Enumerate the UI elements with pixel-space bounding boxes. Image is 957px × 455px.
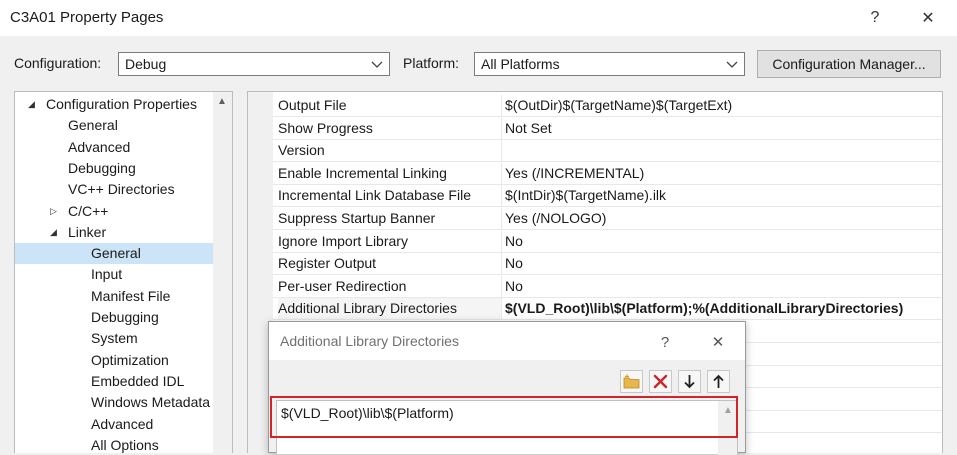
tree-item[interactable]: ◢ Linker — [15, 222, 213, 243]
new-folder-icon — [623, 374, 640, 389]
tree-item[interactable]: ◢ Configuration Properties — [15, 94, 213, 115]
property-row[interactable]: Suppress Startup Banner Yes (/NOLOGO) — [273, 208, 942, 230]
directory-entry[interactable]: $(VLD_Root)\lib\$(Platform) — [281, 405, 454, 421]
dialog-help-button[interactable]: ? — [651, 330, 679, 354]
property-name: Output File — [278, 95, 502, 116]
property-name: Enable Incremental Linking — [278, 162, 502, 184]
tree-item[interactable]: Debugging — [15, 307, 213, 328]
tree-item[interactable]: System — [15, 328, 213, 349]
move-up-button[interactable] — [707, 370, 730, 393]
tree-item[interactable]: Advanced — [15, 137, 213, 158]
collapse-icon[interactable]: ◢ — [28, 94, 38, 115]
property-row[interactable]: Register Output No — [273, 253, 942, 276]
configuration-value: Debug — [125, 56, 167, 72]
window-title: C3A01 Property Pages — [10, 9, 164, 26]
configuration-dropdown[interactable]: Debug — [118, 52, 390, 76]
tree-scrollbar[interactable]: ▲ — [213, 92, 232, 453]
tree-item-label: Advanced — [91, 415, 154, 432]
arrow-down-icon — [684, 375, 695, 389]
tree-item[interactable]: General — [15, 115, 213, 136]
property-row[interactable]: Ignore Import Library No — [273, 230, 942, 253]
tree-item-label: Debugging — [68, 159, 136, 176]
dialog-title-bar: Additional Library Directories ? ✕ — [269, 322, 745, 360]
tree-item[interactable]: Embedded IDL — [15, 371, 213, 392]
property-value[interactable]: No — [505, 253, 940, 274]
scroll-up-icon[interactable]: ▲ — [217, 96, 227, 107]
property-row[interactable]: Additional Library Directories $(VLD_Root… — [273, 298, 942, 321]
tree-item-label: All Options — [91, 436, 159, 453]
property-name: Additional Library Directories — [278, 298, 502, 320]
close-button[interactable]: ✕ — [910, 4, 946, 32]
property-value[interactable]: No — [505, 276, 940, 297]
help-button[interactable]: ? — [857, 4, 893, 32]
tree-item-label: General — [91, 245, 141, 262]
property-tree[interactable]: ◢ Configuration Properties General Advanced… — [14, 91, 233, 453]
property-value[interactable]: Yes (/NOLOGO) — [505, 208, 940, 229]
property-value[interactable]: No — [505, 231, 940, 252]
tree-item-label: Advanced — [68, 138, 131, 155]
title-bar: C3A01 Property Pages ? ✕ — [0, 0, 957, 36]
tree-item-label: Manifest File — [91, 287, 171, 304]
directories-list[interactable]: $(VLD_Root)\lib\$(Platform) ▲ — [276, 400, 738, 455]
collapse-icon[interactable]: ◢ — [50, 222, 60, 243]
property-row[interactable]: Incremental Link Database File $(IntDir)$… — [273, 185, 942, 208]
tree-item-label: System — [91, 330, 138, 347]
tree-item[interactable]: Input — [15, 264, 213, 285]
property-value[interactable]: Not Set — [505, 118, 940, 139]
new-line-button[interactable] — [620, 370, 643, 393]
property-value[interactable]: Yes (/INCREMENTAL) — [505, 163, 940, 184]
dialog-title: Additional Library Directories — [280, 333, 459, 349]
tree-item-label: Embedded IDL — [91, 372, 185, 389]
tree-item-label: Input — [91, 266, 123, 283]
platform-dropdown[interactable]: All Platforms — [474, 52, 745, 76]
property-row[interactable]: Per-user Redirection No — [273, 275, 942, 298]
tree-item[interactable]: Windows Metadata — [15, 392, 213, 413]
property-row[interactable]: Output File $(OutDir)$(TargetName)$(Targe… — [273, 95, 942, 117]
tree-item-label: Optimization — [91, 351, 169, 368]
platform-value: All Platforms — [481, 56, 560, 72]
chevron-down-icon — [726, 61, 738, 68]
arrow-up-icon — [713, 374, 724, 388]
property-name: Ignore Import Library — [278, 230, 502, 252]
tree-item-label: General — [68, 117, 118, 134]
property-name: Register Output — [278, 253, 502, 275]
tree-item[interactable]: ▷ C/C++ — [15, 201, 213, 222]
dialog-close-button[interactable]: ✕ — [704, 330, 732, 354]
property-name: Incremental Link Database File — [278, 185, 502, 207]
chevron-down-icon — [371, 61, 383, 68]
platform-label: Platform: — [403, 55, 460, 71]
tree-item[interactable]: VC++ Directories — [15, 179, 213, 200]
tree-item[interactable]: Advanced — [15, 414, 213, 435]
expand-icon[interactable]: ▷ — [50, 201, 60, 222]
tree-item-label: Windows Metadata — [91, 394, 211, 411]
list-scrollbar[interactable]: ▲ — [718, 401, 737, 455]
tree-item-label: Configuration Properties — [46, 96, 197, 112]
property-value[interactable]: $(IntDir)$(TargetName).ilk — [505, 185, 940, 206]
property-row[interactable]: Show Progress Not Set — [273, 117, 942, 140]
property-name: Version — [278, 140, 502, 162]
tree-item-label: VC++ Directories — [68, 181, 175, 198]
tree-item-label: Linker — [68, 223, 107, 240]
configuration-manager-button[interactable]: Configuration Manager... — [757, 50, 941, 78]
property-name: Show Progress — [278, 117, 502, 139]
property-value[interactable]: $(OutDir)$(TargetName)$(TargetExt) — [505, 95, 940, 116]
tree-item[interactable]: Debugging — [15, 158, 213, 179]
tree-item-label: C/C++ — [68, 202, 109, 219]
move-down-button[interactable] — [678, 370, 701, 393]
configuration-label: Configuration: — [14, 55, 102, 71]
property-value[interactable]: $(VLD_Root)\lib\$(Platform);%(Additional… — [505, 298, 940, 319]
property-name: Per-user Redirection — [278, 275, 502, 297]
delete-line-button[interactable] — [649, 370, 672, 393]
tree-item-label: Debugging — [91, 309, 159, 325]
scroll-up-icon[interactable]: ▲ — [723, 405, 733, 416]
additional-library-directories-dialog: Additional Library Directories ? ✕ $(VLD… — [268, 321, 746, 455]
tree-item[interactable]: Manifest File — [15, 286, 213, 307]
delete-icon — [653, 374, 668, 389]
property-name: Suppress Startup Banner — [278, 208, 502, 229]
property-row[interactable]: Version — [273, 140, 942, 163]
tree-item[interactable]: Optimization — [15, 350, 213, 371]
property-row[interactable]: Enable Incremental Linking Yes (/INCREMEN… — [273, 162, 942, 185]
tree-item[interactable]: All Options — [15, 435, 213, 453]
tree-item[interactable]: General — [15, 243, 213, 265]
